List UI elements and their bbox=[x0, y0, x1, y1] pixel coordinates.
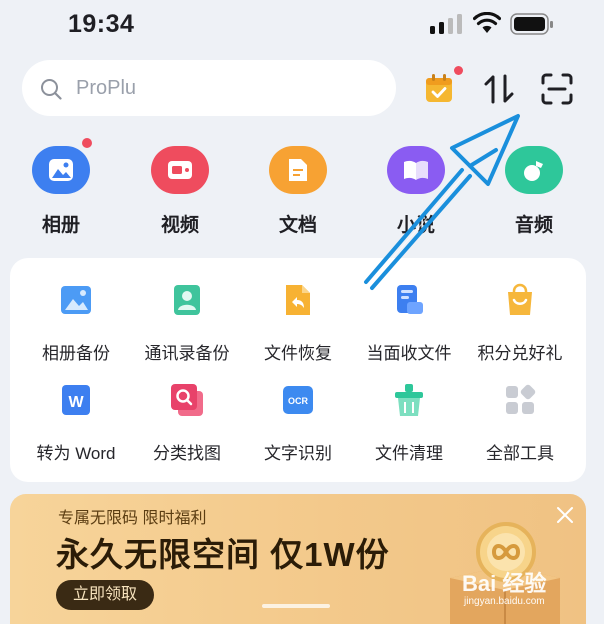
notification-dot bbox=[454, 66, 463, 75]
category-video-label: 视频 bbox=[160, 215, 199, 236]
notification-dot bbox=[82, 138, 92, 148]
tool-label: 全部工具 bbox=[486, 444, 554, 463]
shopping-bag-icon bbox=[508, 283, 532, 315]
tool-classify-images[interactable]: 分类找图 bbox=[127, 382, 247, 464]
category-audio-label: 音频 bbox=[514, 215, 553, 236]
word-badge-text: W bbox=[68, 394, 84, 411]
image-search-icon bbox=[171, 384, 203, 416]
banner-title: 永久无限空间 仅1W份 bbox=[56, 536, 390, 573]
search-input[interactable]: ProPlu bbox=[22, 60, 396, 116]
tool-label: 当面收文件 bbox=[366, 344, 452, 363]
tool-convert-word[interactable]: W 转为 Word bbox=[16, 382, 136, 464]
baidu-watermark: Bai 经验 jingyan.baidu.com bbox=[462, 566, 582, 614]
book-icon bbox=[387, 146, 445, 194]
category-album[interactable]: 相册 bbox=[21, 146, 101, 237]
contacts-icon bbox=[174, 285, 200, 315]
tool-label: 文字识别 bbox=[264, 444, 332, 463]
category-document[interactable]: 文档 bbox=[258, 146, 338, 237]
category-album-label: 相册 bbox=[41, 215, 80, 236]
scan-icon[interactable] bbox=[540, 72, 574, 106]
watermark-text: Bai 经验 bbox=[462, 571, 547, 596]
tool-label: 文件恢复 bbox=[264, 344, 332, 363]
tool-label: 分类找图 bbox=[153, 444, 221, 463]
album-backup-icon bbox=[61, 286, 91, 314]
tool-label: 转为 Word bbox=[36, 444, 116, 463]
tool-album-backup[interactable]: 相册备份 bbox=[16, 282, 136, 364]
tools-card: 相册备份 通讯录备份 文件恢复 当面收文件 积分兑好礼 W 转为 Word 分类… bbox=[10, 258, 586, 482]
tool-receive-files[interactable]: 当面收文件 bbox=[349, 282, 469, 364]
broom-icon bbox=[395, 384, 423, 416]
wifi-icon bbox=[473, 12, 501, 33]
music-icon bbox=[505, 146, 563, 194]
tool-ocr[interactable]: OCR 文字识别 bbox=[238, 382, 358, 464]
grid-icon bbox=[506, 384, 536, 414]
home-indicator bbox=[262, 604, 330, 608]
tool-points-gifts[interactable]: 积分兑好礼 bbox=[460, 282, 580, 364]
tool-label: 文件清理 bbox=[375, 444, 443, 463]
status-bar: 19:34 bbox=[0, 0, 604, 50]
watermark-url: jingyan.baidu.com bbox=[464, 596, 545, 607]
category-audio[interactable]: 音频 bbox=[494, 146, 574, 237]
video-icon bbox=[151, 146, 209, 194]
file-recovery-icon bbox=[286, 285, 310, 315]
album-icon bbox=[32, 146, 90, 194]
battery-icon bbox=[510, 13, 553, 35]
search-icon bbox=[41, 79, 62, 100]
tool-label: 相册备份 bbox=[42, 344, 110, 363]
claim-button[interactable]: 立即领取 bbox=[56, 580, 154, 610]
transfer-list-icon[interactable] bbox=[482, 72, 516, 106]
banner-subtitle: 专属无限码 限时福利 bbox=[58, 510, 207, 527]
tool-label: 通讯录备份 bbox=[144, 344, 230, 363]
status-time: 19:34 bbox=[68, 10, 135, 38]
checkin-calendar-icon[interactable] bbox=[424, 72, 454, 104]
document-icon bbox=[269, 146, 327, 194]
tool-label: 积分兑好礼 bbox=[477, 344, 563, 363]
tool-file-cleanup[interactable]: 文件清理 bbox=[349, 382, 469, 464]
cellular-signal-icon bbox=[430, 14, 462, 34]
search-input-text: ProPlu bbox=[76, 77, 137, 99]
close-icon[interactable] bbox=[556, 506, 574, 524]
category-video[interactable]: 视频 bbox=[140, 146, 220, 237]
tool-all-tools[interactable]: 全部工具 bbox=[460, 382, 580, 464]
word-icon: W bbox=[62, 385, 90, 415]
ocr-badge-text: OCR bbox=[288, 396, 309, 406]
category-novel[interactable]: 小说 bbox=[376, 146, 456, 237]
ocr-icon: OCR bbox=[283, 386, 313, 414]
receive-files-icon bbox=[397, 285, 423, 314]
tool-file-recovery[interactable]: 文件恢复 bbox=[238, 282, 358, 364]
tool-contacts-backup[interactable]: 通讯录备份 bbox=[127, 282, 247, 364]
category-novel-label: 小说 bbox=[396, 215, 435, 236]
category-document-label: 文档 bbox=[278, 215, 317, 236]
